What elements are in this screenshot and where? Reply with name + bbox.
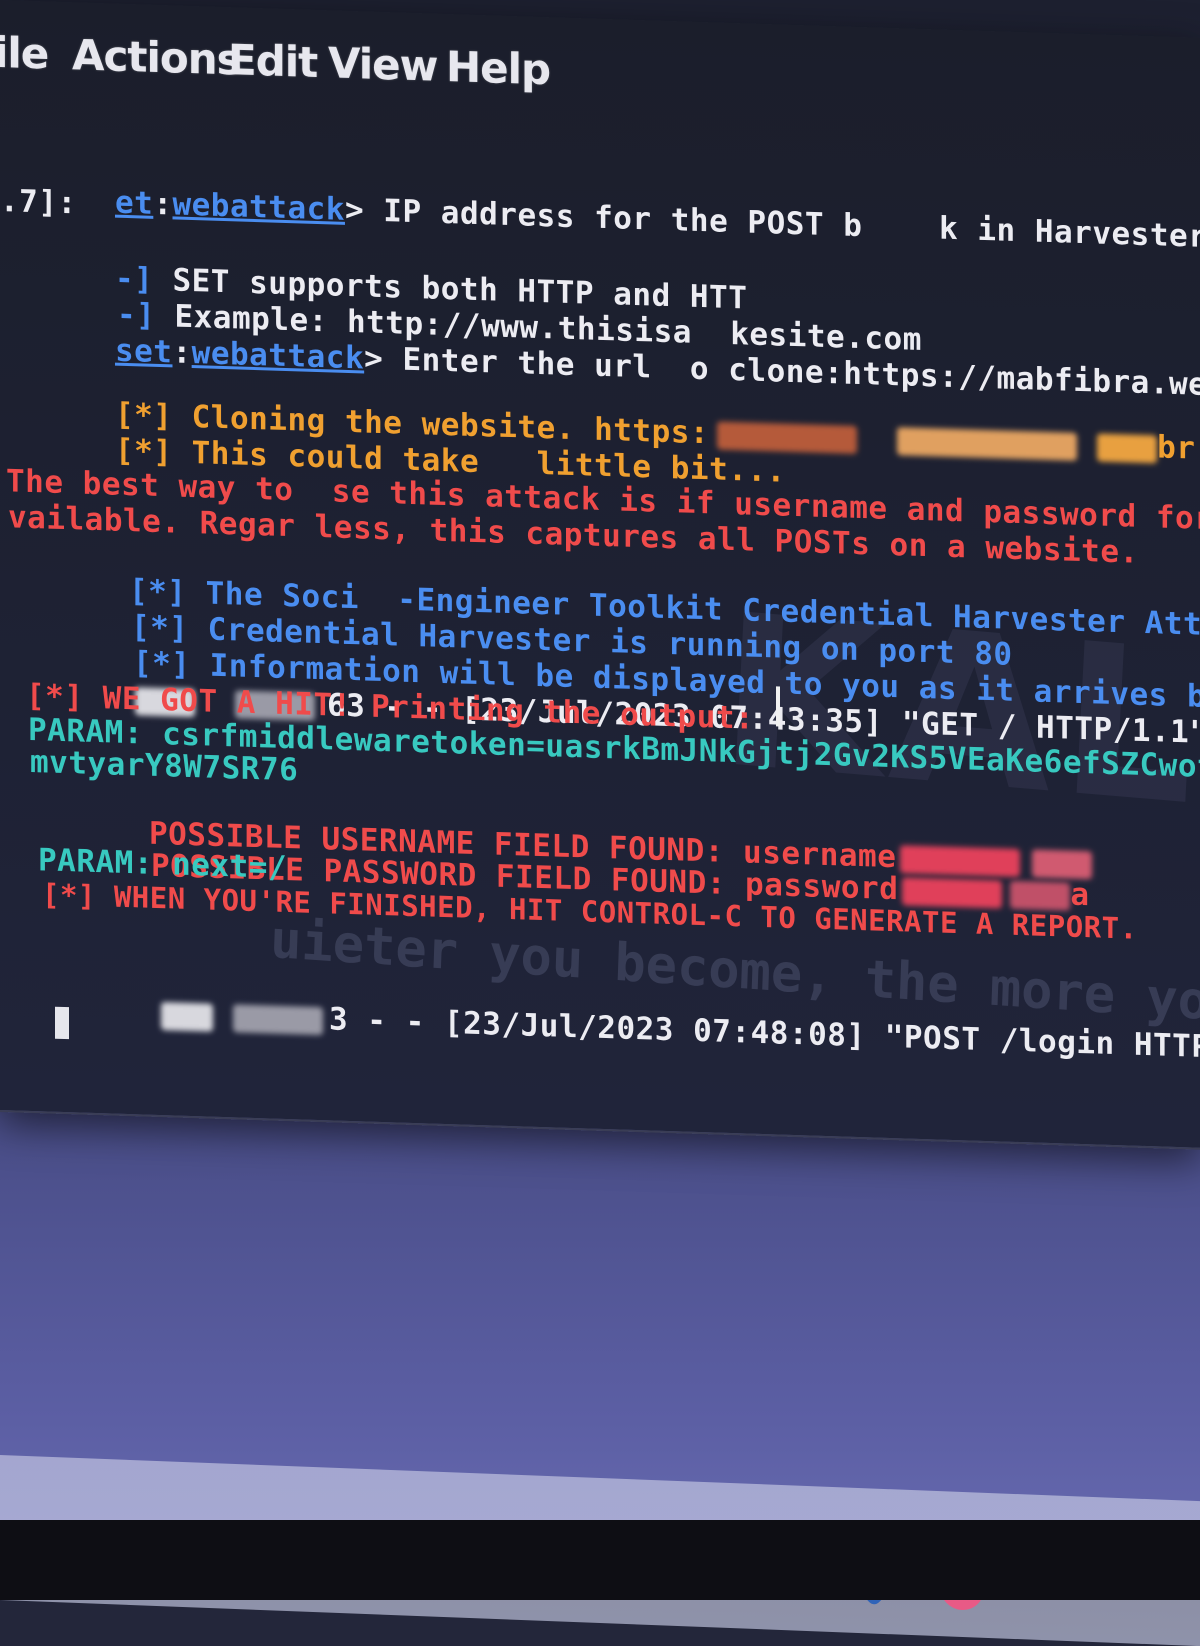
redacted-ip bbox=[232, 1003, 323, 1035]
redacted-ip bbox=[160, 1001, 213, 1032]
menu-file[interactable]: ile bbox=[0, 28, 48, 79]
redacted-url bbox=[1097, 432, 1158, 463]
terminal-line: .7]: bbox=[0, 183, 77, 222]
menu-help[interactable]: Help bbox=[446, 42, 550, 94]
menu-edit[interactable]: Edit bbox=[228, 35, 317, 87]
prompt-prefix: et bbox=[114, 184, 154, 222]
mouse-text-cursor bbox=[776, 686, 782, 727]
terminal-output[interactable]: et:webattack> IP address for the POST b … bbox=[0, 138, 1200, 1068]
redacted-password bbox=[902, 876, 1003, 909]
terminal-window[interactable]: KALI ile Actions Edit View Help et:webat… bbox=[0, 0, 1200, 1150]
redacted-url bbox=[897, 426, 1078, 461]
redacted-password bbox=[1010, 880, 1071, 911]
prompt-module: webattack bbox=[172, 186, 345, 228]
menu-view[interactable]: View bbox=[328, 38, 437, 90]
menu-bar: ile Actions Edit View Help bbox=[0, 22, 1200, 130]
monitor-bezel bbox=[0, 1520, 1200, 1600]
menu-actions[interactable]: Actions bbox=[72, 30, 241, 84]
terminal-cursor bbox=[55, 1006, 69, 1040]
